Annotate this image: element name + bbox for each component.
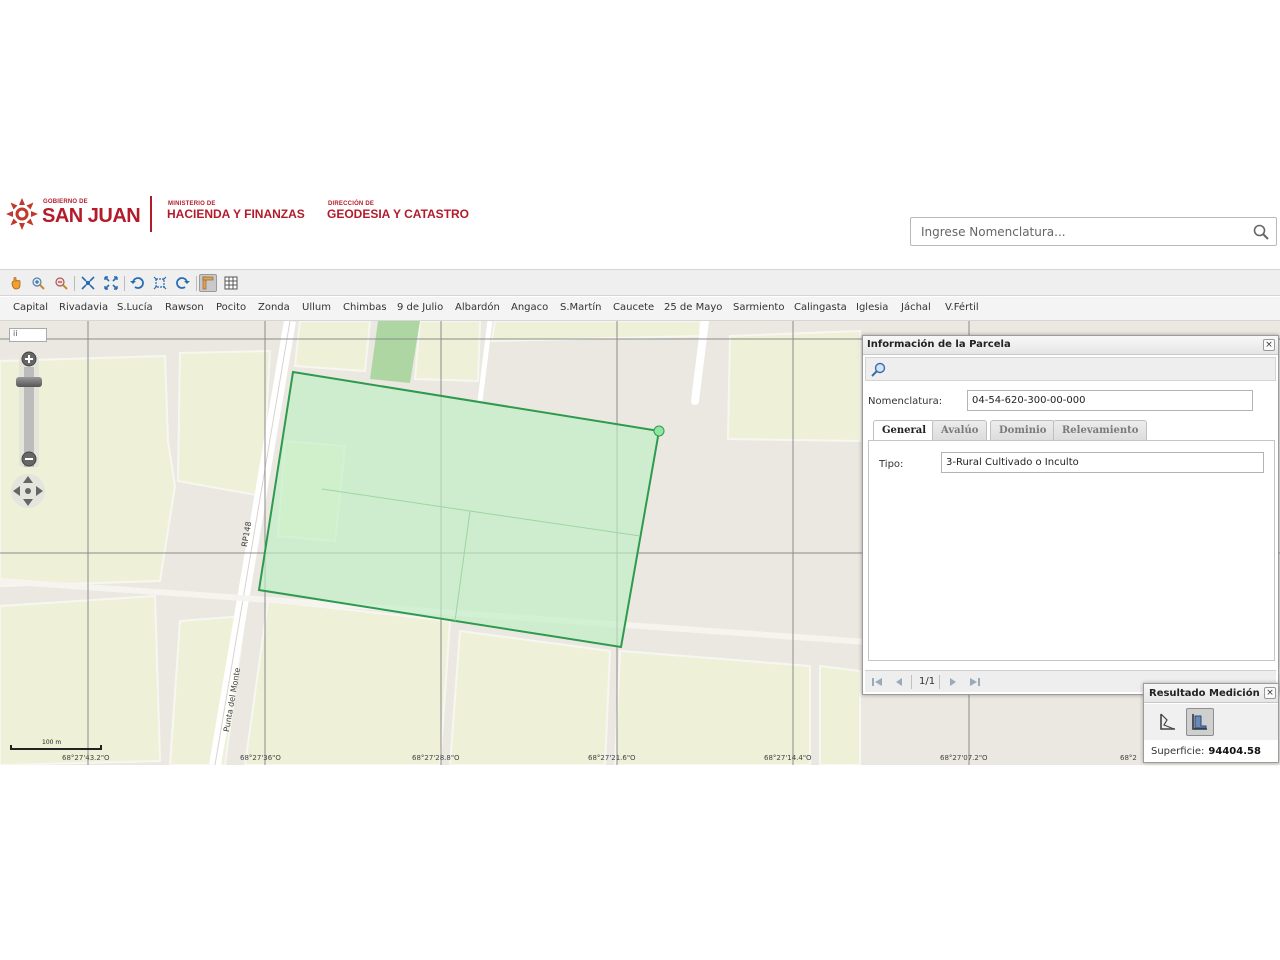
coord-label: 68°27'36"O	[240, 754, 281, 762]
dept-link-7[interactable]: Chimbas	[343, 302, 387, 313]
last-page-icon[interactable]	[967, 675, 983, 689]
search-box[interactable]	[910, 217, 1277, 246]
next-page-icon[interactable]	[945, 675, 961, 689]
dept-link-17[interactable]: Jáchal	[901, 302, 931, 313]
dept-link-1[interactable]: Rivadavia	[59, 302, 108, 313]
pan-hand-icon[interactable]	[7, 274, 25, 292]
search-icon[interactable]	[1252, 223, 1270, 241]
dept-link-0[interactable]: Capital	[13, 302, 48, 313]
tab-relevamiento[interactable]: Relevamiento	[1053, 420, 1148, 441]
dept-link-12[interactable]: Caucete	[613, 302, 654, 313]
zoom-level-field[interactable]: ii	[9, 328, 47, 342]
tipo-label: Tipo:	[879, 459, 904, 470]
grid-icon[interactable]	[222, 274, 240, 292]
scale-bar: 100 m	[10, 739, 102, 751]
toolbar-separator	[124, 276, 125, 291]
zoom-out-icon[interactable]	[52, 274, 70, 292]
pager-separator	[911, 675, 912, 689]
dept-link-8[interactable]: 9 de Julio	[397, 302, 443, 313]
pager-separator	[939, 675, 940, 689]
measure-distance-icon[interactable]	[1154, 708, 1182, 736]
tipo-field[interactable]: 3-Rural Cultivado o Inculto	[941, 452, 1264, 473]
coord-label: 68°2	[1120, 754, 1137, 762]
coord-label: 68°27'28.8"O	[412, 754, 460, 762]
dept-link-11[interactable]: S.Martín	[560, 302, 601, 313]
info-tabs: General Avalúo Dominio Relevamiento	[873, 420, 1266, 442]
dept-link-15[interactable]: Calingasta	[794, 302, 847, 313]
pan-arrows-icon[interactable]	[10, 473, 46, 509]
close-icon[interactable]: ×	[1264, 687, 1276, 699]
dept-link-13[interactable]: 25 de Mayo	[664, 302, 722, 313]
dept-link-5[interactable]: Zonda	[258, 302, 290, 313]
ministry-name: HACIENDA Y FINANZAS	[167, 207, 305, 221]
tab-avaluo[interactable]: Avalúo	[932, 420, 988, 441]
nomenclatura-search-input[interactable]	[921, 223, 1241, 241]
coord-label: 68°27'21.6"O	[588, 754, 636, 762]
redo-icon[interactable]	[174, 274, 192, 292]
coord-label: 68°27'43.2"O	[62, 754, 110, 762]
measure-area-icon[interactable]	[1186, 708, 1214, 736]
dept-link-2[interactable]: S.Lucía	[117, 302, 153, 313]
logo-divider	[150, 196, 152, 232]
map-toolbar	[0, 269, 1280, 296]
panel-toolbar	[865, 357, 1276, 381]
dept-link-18[interactable]: V.Fértil	[945, 302, 979, 313]
dept-link-3[interactable]: Rawson	[165, 302, 204, 313]
tab-dominio[interactable]: Dominio	[990, 420, 1056, 441]
dept-link-10[interactable]: Angaco	[511, 302, 548, 313]
measure-icon[interactable]	[199, 274, 217, 292]
department-nav: Capital Rivadavia S.Lucía Rawson Pocito Zonda…	[0, 297, 1280, 321]
dept-link-14[interactable]: Sarmiento	[733, 302, 784, 313]
zoom-full-icon[interactable]	[102, 274, 120, 292]
select-box-icon[interactable]	[151, 274, 169, 292]
direction-name: GEODESIA Y CATASTRO	[327, 207, 470, 221]
undo-icon[interactable]	[128, 274, 146, 292]
coord-label: 68°27'07.2"O	[940, 754, 988, 762]
page-count: 1/1	[919, 676, 936, 687]
scale-bar-line	[10, 745, 102, 750]
zoom-in-icon[interactable]	[29, 274, 47, 292]
gov-name: SAN JUAN	[42, 205, 141, 227]
dept-link-4[interactable]: Pocito	[216, 302, 246, 313]
parcel-vertex-handle	[653, 425, 665, 437]
parcel-info-panel: Información de la Parcela × Nomenclatura…	[862, 335, 1279, 695]
zoom-in-button[interactable]	[14, 349, 44, 369]
result-label: Superficie:	[1151, 746, 1205, 757]
toolbar-separator	[196, 276, 197, 291]
nomenclatura-label: Nomenclatura:	[868, 396, 943, 407]
magnifier-icon[interactable]	[870, 361, 888, 379]
zoom-slider-handle[interactable]	[16, 377, 42, 387]
zoom-control	[14, 349, 44, 471]
nomenclatura-field[interactable]: 04-54-620-300-00-000	[967, 390, 1253, 411]
measurement-tools	[1144, 704, 1278, 740]
coord-label: 68°27'14.4"O	[764, 754, 812, 762]
panel-title: Información de la Parcela	[867, 339, 1011, 350]
toolbar-separator	[74, 276, 75, 291]
dept-link-6[interactable]: Ullum	[302, 302, 331, 313]
close-icon[interactable]: ×	[1263, 339, 1275, 351]
zoom-extent-icon[interactable]	[79, 274, 97, 292]
dept-link-9[interactable]: Albardón	[455, 302, 500, 313]
measurement-result-panel: Resultado Medición × Superficie: 94404.58	[1143, 683, 1279, 763]
san-juan-logo-icon	[6, 198, 38, 230]
panel-header[interactable]: Resultado Medición ×	[1144, 684, 1278, 703]
previous-page-icon[interactable]	[891, 675, 907, 689]
panel-header[interactable]: Información de la Parcela ×	[863, 336, 1278, 355]
tab-general[interactable]: General	[873, 420, 936, 442]
panel-title: Resultado Medición	[1149, 688, 1260, 699]
dept-link-16[interactable]: Iglesia	[856, 302, 888, 313]
result-value: 94404.58	[1208, 746, 1261, 757]
first-page-icon[interactable]	[869, 675, 885, 689]
zoom-out-button[interactable]	[14, 449, 44, 469]
tab-content: Tipo: 3-Rural Cultivado o Inculto	[868, 440, 1275, 661]
measurement-result: Superficie: 94404.58	[1151, 746, 1261, 757]
